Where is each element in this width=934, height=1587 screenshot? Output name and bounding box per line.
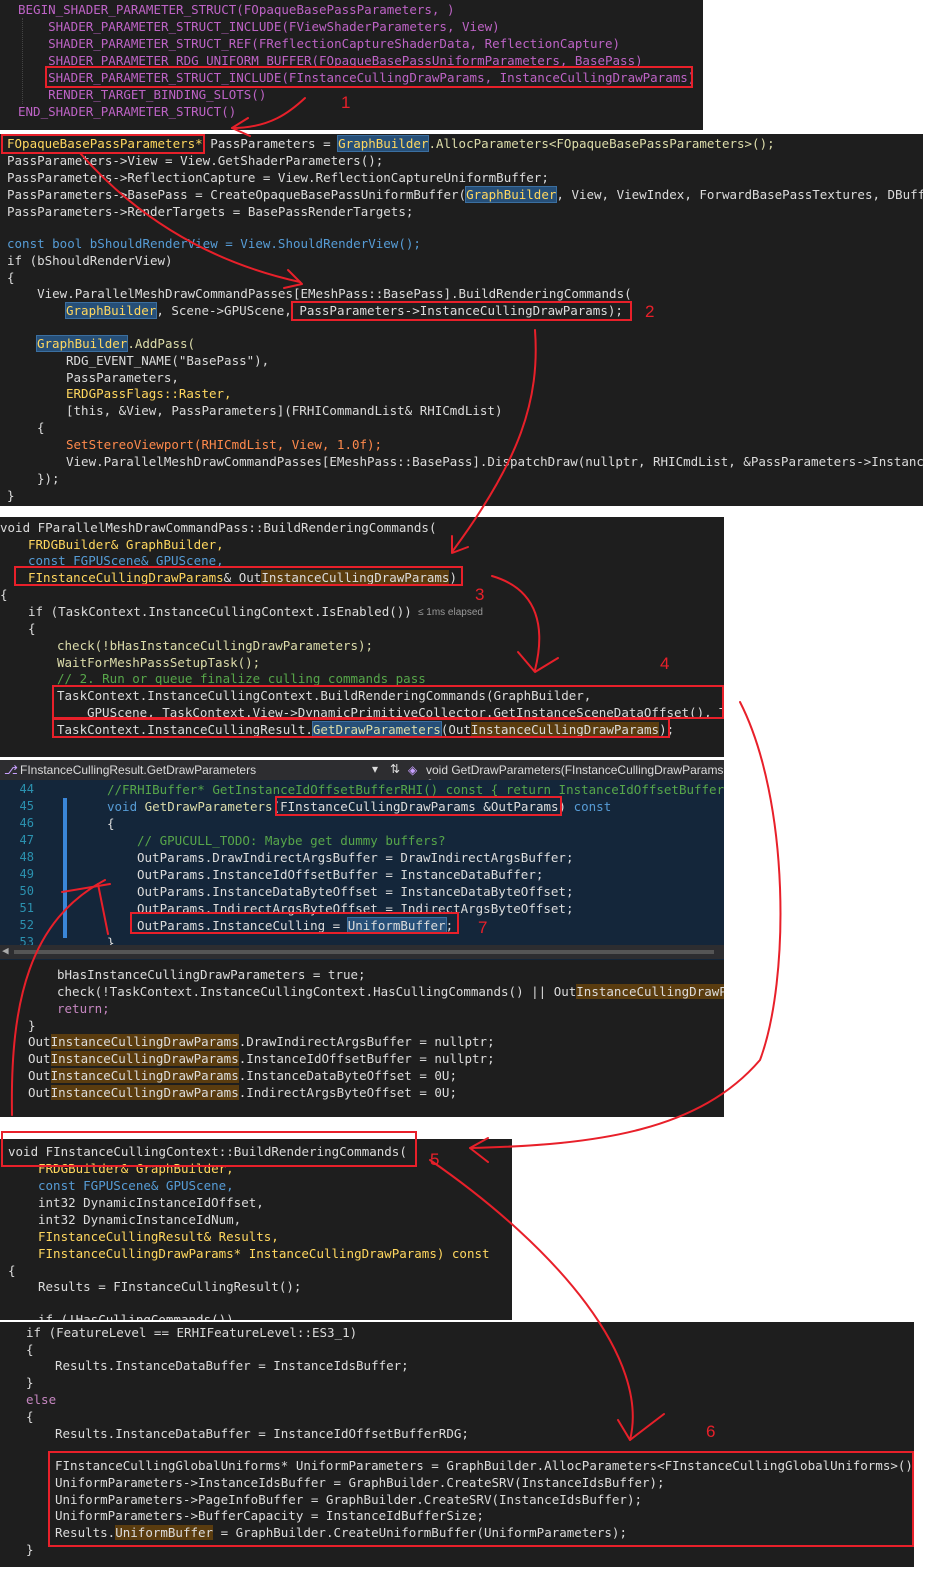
code-line: const bool bShouldRenderView = View.Shou… xyxy=(7,236,421,251)
code-line: PassParameters->BasePass = CreateOpaqueB… xyxy=(7,186,923,203)
annotation-number-3: 3 xyxy=(475,585,485,604)
code-line: OutInstanceCullingDrawParams.DrawIndirec… xyxy=(28,1034,495,1049)
code-line: OutInstanceCullingDrawParams.InstanceDat… xyxy=(28,1068,457,1083)
code-line: View.ParallelMeshDrawCommandPasses[EMesh… xyxy=(7,286,632,301)
code-line: OutInstanceCullingDrawParams.InstanceIdO… xyxy=(28,1051,495,1066)
annotation-number-2: 2 xyxy=(645,302,655,321)
line-number: 49 xyxy=(19,867,34,881)
code-line: RENDER_TARGET_BINDING_SLOTS() xyxy=(18,87,267,102)
annotation-box-2 xyxy=(291,301,632,321)
code-line: const FGPUScene& GPUScene, xyxy=(38,1178,234,1193)
code-line: else xyxy=(26,1392,57,1407)
code-line: Results.InstanceDataBuffer = InstanceIdO… xyxy=(55,1426,469,1441)
code-line: { xyxy=(28,621,36,636)
annotation-box-3 xyxy=(14,566,463,586)
line-number: 44 xyxy=(19,782,34,796)
code-line: PassParameters->RenderTargets = BasePass… xyxy=(7,204,414,219)
code-line: WaitForMeshPassSetupTask(); xyxy=(57,655,261,670)
annotation-number-6: 6 xyxy=(706,1422,716,1441)
code-line: PassParameters->View = View.GetShaderPar… xyxy=(7,153,384,168)
annotation-number-4: 4 xyxy=(660,654,670,673)
code-line: return; xyxy=(57,1001,110,1016)
code-line: Results.InstanceDataBuffer = InstanceIds… xyxy=(55,1358,409,1373)
code-line: GraphBuilder.AddPass( xyxy=(35,335,196,352)
code-line: [this, &View, PassParameters](FRHIComman… xyxy=(66,403,503,418)
annotation-box-peek-sig xyxy=(275,796,562,816)
code-line: SHADER_PARAMETER_STRUCT_INCLUDE(FViewSha… xyxy=(18,19,500,34)
code-line: }); xyxy=(37,471,60,486)
code-line: if (TaskContext.InstanceCullingContext.I… xyxy=(28,604,412,619)
code-line: if (!HasCullingCommands()) xyxy=(38,1312,234,1320)
code-line: check(!bHasInstanceCullingDrawParameters… xyxy=(57,638,374,653)
code-line: { xyxy=(7,270,15,285)
code-line: FInstanceCullingResult& Results, xyxy=(38,1229,279,1244)
code-line: SetStereoViewport(RHICmdList, View, 1.0f… xyxy=(66,437,383,452)
code-line: OutParams.DrawIndirectArgsBuffer = DrawI… xyxy=(137,850,574,865)
annotation-box-7 xyxy=(130,912,459,934)
code-line: int32 DynamicInstanceIdNum, xyxy=(38,1212,242,1227)
code-line: { xyxy=(8,1263,16,1278)
code-line: SHADER_PARAMETER_STRUCT_REF(FReflectionC… xyxy=(18,36,621,51)
code-line: } xyxy=(7,488,15,503)
code-line: View.ParallelMeshDrawCommandPasses[EMesh… xyxy=(66,454,923,469)
peek-nav-left[interactable]: FInstanceCullingResult.GetDrawParameters xyxy=(20,763,256,777)
code-line: bHasInstanceCullingDrawParameters = true… xyxy=(57,967,366,982)
code-line: BEGIN_SHADER_PARAMETER_STRUCT(FOpaqueBas… xyxy=(18,2,455,17)
annotation-box-4b xyxy=(52,718,670,738)
line-number: 48 xyxy=(19,850,34,864)
elapsed-hint: ≤ 1ms elapsed xyxy=(418,607,483,618)
code-line: END_SHADER_PARAMETER_STRUCT() xyxy=(18,104,237,119)
annotation-number-5: 5 xyxy=(430,1150,440,1169)
code-line: if (FeatureLevel == ERHIFeatureLevel::ES… xyxy=(26,1325,358,1340)
code-panel-build-rendering-cont: bHasInstanceCullingDrawParameters = true… xyxy=(0,960,724,1117)
code-line: Results = FInstanceCullingResult(); xyxy=(38,1279,302,1294)
line-number: 51 xyxy=(19,901,34,915)
split-icon[interactable]: ⇅ xyxy=(390,762,400,776)
code-line: { xyxy=(107,816,115,831)
annotation-box-1 xyxy=(45,66,693,88)
code-line: { xyxy=(26,1342,34,1357)
scrollbar-thumb[interactable] xyxy=(14,950,714,954)
annotation-box-4 xyxy=(52,685,724,719)
code-line: { xyxy=(26,1409,34,1424)
annotation-number-7: 7 xyxy=(478,918,488,937)
code-line: OutParams.InstanceDataByteOffset = Insta… xyxy=(137,884,574,899)
line-number: 47 xyxy=(19,833,34,847)
code-line: FInstanceCullingDrawParams* InstanceCull… xyxy=(38,1246,490,1261)
code-line: if (bShouldRenderView) xyxy=(7,253,173,268)
scroll-left-icon[interactable]: ◀ xyxy=(2,944,9,957)
annotation-box-6 xyxy=(48,1451,914,1547)
annotation-box-5 xyxy=(1,1131,417,1167)
code-line: FRDGBuilder& GraphBuilder, xyxy=(28,537,224,552)
code-line: OutParams.InstanceIdOffsetBuffer = Insta… xyxy=(137,867,544,882)
code-line: PassParameters->ReflectionCapture = View… xyxy=(7,170,549,185)
code-line: // GPUCULL_TODO: Maybe get dummy buffers… xyxy=(137,833,446,848)
code-line: check(!TaskContext.InstanceCullingContex… xyxy=(57,983,724,1000)
peek-nav-bar: ⎇ FInstanceCullingResult.GetDrawParamete… xyxy=(0,760,724,791)
code-line: void FParallelMeshDrawCommandPass::Build… xyxy=(0,520,437,535)
code-line: ERDGPassFlags::Raster, xyxy=(66,386,232,401)
code-panel-shader-struct: BEGIN_SHADER_PARAMETER_STRUCT(FOpaqueBas… xyxy=(0,0,703,130)
line-number: 46 xyxy=(19,816,34,830)
code-line: int32 DynamicInstanceIdOffset, xyxy=(38,1195,264,1210)
symbol-icon: ⎇ xyxy=(4,763,18,777)
method-icon: ◈ xyxy=(408,763,418,777)
code-line: RDG_EVENT_NAME("BasePass"), xyxy=(66,353,270,368)
code-line: PassParameters, xyxy=(66,370,179,385)
line-number: 45 xyxy=(19,799,34,813)
code-line: OutInstanceCullingDrawParams.IndirectArg… xyxy=(28,1085,457,1100)
chevron-down-icon[interactable]: ▾ xyxy=(372,762,378,776)
line-number: 50 xyxy=(19,884,34,898)
code-line: } xyxy=(26,1542,34,1557)
line-number: 52 xyxy=(19,918,34,932)
code-line: { xyxy=(37,420,45,435)
code-line: } xyxy=(26,1375,34,1390)
peek-scrollbar[interactable]: ◀ xyxy=(0,944,724,959)
annotation-number-1: 1 xyxy=(341,93,351,112)
change-bar xyxy=(63,798,67,938)
code-line: { xyxy=(0,587,8,602)
code-line: } xyxy=(28,1018,36,1033)
annotation-box-type xyxy=(1,134,205,154)
